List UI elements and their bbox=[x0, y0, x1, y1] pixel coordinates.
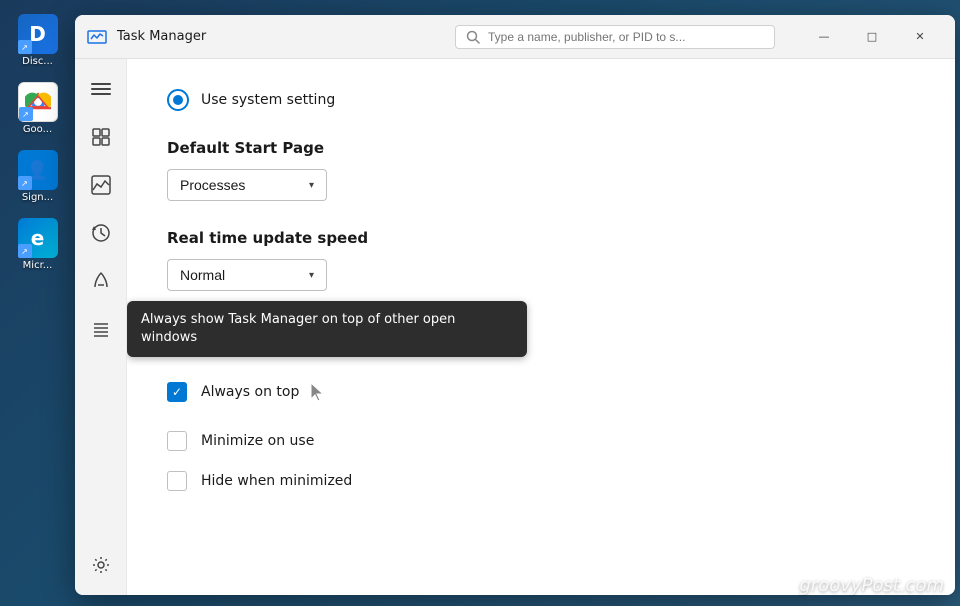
minimize-button[interactable]: — bbox=[801, 21, 847, 53]
radio-inner bbox=[173, 95, 183, 105]
always-on-top-label: Always on top bbox=[201, 384, 299, 400]
use-system-setting-radio[interactable] bbox=[167, 89, 189, 111]
sidebar-item-history[interactable] bbox=[79, 211, 123, 255]
desktop-icons: D ↗ Disc... ↗ Goo... 👤 ↗ Sign... e ↗ bbox=[0, 0, 75, 606]
search-input[interactable] bbox=[488, 30, 764, 44]
tooltip-text: Always show Task Manager on top of other… bbox=[141, 312, 455, 345]
sidebar-item-users[interactable] bbox=[79, 307, 123, 351]
mouse-cursor-icon bbox=[309, 381, 327, 403]
window-title: Task Manager bbox=[117, 29, 206, 44]
title-bar: Task Manager — □ ✕ bbox=[75, 15, 955, 59]
always-on-top-row[interactable]: Always on top bbox=[167, 381, 915, 403]
minimize-on-use-checkbox[interactable] bbox=[167, 431, 187, 451]
real-time-update-speed-value: Normal bbox=[180, 267, 225, 283]
tooltip-box: Always show Task Manager on top of other… bbox=[127, 301, 527, 357]
real-time-update-speed-heading: Real time update speed bbox=[167, 229, 915, 247]
real-time-update-speed-dropdown[interactable]: Normal ▾ bbox=[167, 259, 327, 291]
watermark: groovyPost.com bbox=[799, 575, 944, 596]
sidebar-item-menu[interactable] bbox=[79, 67, 123, 111]
default-start-page-heading: Default Start Page bbox=[167, 139, 915, 157]
close-button[interactable]: ✕ bbox=[897, 21, 943, 53]
desktop-icon-signin[interactable]: 👤 ↗ Sign... bbox=[12, 146, 64, 208]
sidebar-item-startup[interactable] bbox=[79, 259, 123, 303]
always-on-top-container: Always show Task Manager on top of other… bbox=[167, 381, 915, 403]
desktop-icon-discover[interactable]: D ↗ Disc... bbox=[12, 10, 64, 72]
minimize-on-use-label: Minimize on use bbox=[201, 433, 314, 449]
sidebar-item-settings[interactable] bbox=[79, 543, 123, 587]
default-start-page-dropdown[interactable]: Processes ▾ bbox=[167, 169, 327, 201]
chevron-down-icon: ▾ bbox=[309, 180, 314, 191]
taskmanager-icon bbox=[87, 27, 107, 47]
search-box[interactable] bbox=[455, 25, 775, 49]
desktop-icon-msedge[interactable]: e ↗ Micr... bbox=[12, 214, 64, 276]
default-start-page-value: Processes bbox=[180, 177, 245, 193]
hide-when-minimized-row[interactable]: Hide when minimized bbox=[167, 471, 915, 491]
real-time-update-speed-section: Real time update speed Normal ▾ bbox=[167, 229, 915, 291]
minimize-on-use-row[interactable]: Minimize on use bbox=[167, 431, 915, 451]
sidebar bbox=[75, 59, 127, 595]
default-start-page-section: Default Start Page Processes ▾ bbox=[167, 139, 915, 201]
use-system-setting-row[interactable]: Use system setting bbox=[167, 89, 915, 111]
sidebar-item-performance[interactable] bbox=[79, 163, 123, 207]
sidebar-item-processes[interactable] bbox=[79, 115, 123, 159]
hide-when-minimized-label: Hide when minimized bbox=[201, 473, 352, 489]
search-icon bbox=[466, 30, 480, 44]
always-on-top-checkbox[interactable] bbox=[167, 382, 187, 402]
desktop-icon-chrome[interactable]: ↗ Goo... bbox=[12, 78, 64, 140]
hide-when-minimized-checkbox[interactable] bbox=[167, 471, 187, 491]
chevron-down-icon-2: ▾ bbox=[309, 270, 314, 281]
use-system-setting-label: Use system setting bbox=[201, 92, 335, 108]
main-content: Use system setting Default Start Page Pr… bbox=[75, 59, 955, 595]
title-bar-controls: — □ ✕ bbox=[801, 21, 943, 53]
maximize-button[interactable]: □ bbox=[849, 21, 895, 53]
task-manager-window: Task Manager — □ ✕ bbox=[75, 15, 955, 595]
settings-page: Use system setting Default Start Page Pr… bbox=[127, 59, 955, 595]
